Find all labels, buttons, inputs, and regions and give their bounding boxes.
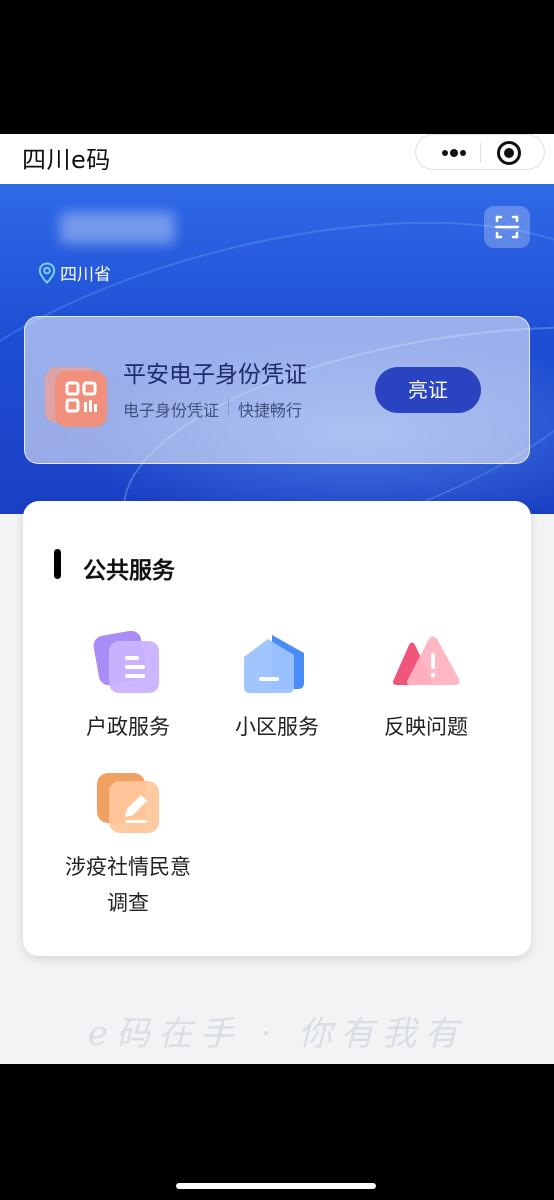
id-card-subtitle-left: 电子身份凭证 [123, 401, 220, 420]
id-card-subtitle-right: 快捷畅行 [238, 401, 303, 420]
blurred-user-name [60, 212, 175, 244]
service-household[interactable]: 户政服务 [48, 631, 208, 745]
section-title: 公共服务 [83, 558, 175, 584]
service-label: 反映问题 [384, 715, 468, 739]
household-registration-icon [93, 631, 159, 693]
scan-icon [494, 215, 520, 239]
hero-banner: 四川省 平安电子身份凭证 电子身份凭证 快捷畅行 亮证 [0, 184, 554, 514]
section-accent-bar [54, 549, 61, 579]
service-label: 户政服务 [86, 715, 170, 739]
service-label-line1: 涉疫社情民意 [65, 855, 191, 879]
service-community[interactable]: 小区服务 [197, 631, 357, 745]
scan-button[interactable] [484, 206, 530, 248]
public-services-card: 公共服务 户政服务 小区服务 反映问题 涉疫社情民意 调查 [23, 501, 531, 956]
close-mini-program-icon[interactable] [496, 140, 522, 166]
service-label: 小区服务 [235, 715, 319, 739]
service-label-line2: 调查 [107, 891, 149, 915]
app-title: 四川e码 [22, 146, 111, 174]
community-icon [244, 635, 304, 693]
service-report-issue[interactable]: 反映问题 [346, 631, 506, 745]
location-pin-icon [38, 261, 56, 284]
location-text: 四川省 [60, 265, 111, 285]
e-id-card[interactable]: 平安电子身份凭证 电子身份凭证 快捷畅行 亮证 [24, 316, 530, 464]
subtitle-divider [228, 399, 230, 415]
capsule-divider [480, 143, 481, 163]
survey-edit-icon [97, 773, 159, 833]
mini-program-capsule [415, 134, 545, 170]
mini-program-navbar: 四川e码 [0, 134, 554, 184]
footer-slogan: e码在手 · 你有我有 [87, 1014, 467, 1054]
service-label: 涉疫社情民意 调查 [48, 849, 208, 921]
show-credential-button[interactable]: 亮证 [375, 367, 481, 413]
location-label[interactable]: 四川省 [38, 260, 111, 285]
id-card-title: 平安电子身份凭证 [123, 362, 307, 388]
id-card-subtitle: 电子身份凭证 快捷畅行 [123, 397, 302, 421]
home-indicator[interactable] [176, 1183, 376, 1189]
more-icon[interactable] [434, 141, 474, 165]
screen: 四川e码 四川省 平安电子身份凭证 电子身份凭证 快捷畅行 亮证 公共服务 户政… [0, 134, 554, 1064]
service-epidemic-survey[interactable]: 涉疫社情民意 调查 [48, 771, 208, 921]
qr-credential-icon [43, 361, 113, 431]
report-issue-icon [393, 636, 460, 685]
